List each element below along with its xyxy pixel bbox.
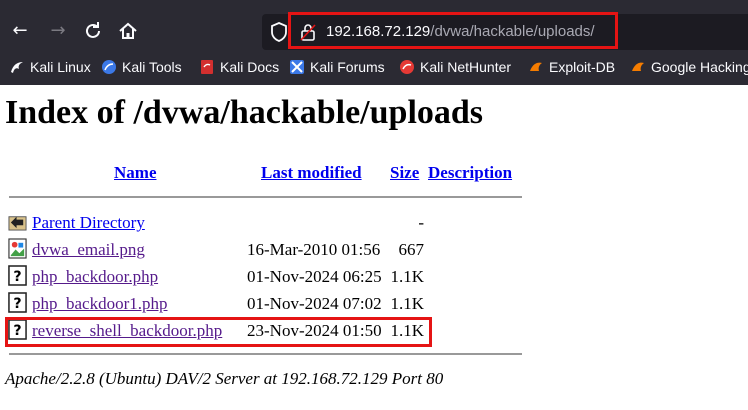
google-hacking-icon <box>632 62 644 71</box>
bookmark-kali-tools[interactable]: Kali Tools <box>101 59 182 75</box>
unknown-file-icon: ? <box>8 265 27 286</box>
kali-forums-icon <box>290 60 304 74</box>
forward-button[interactable]: → <box>46 19 70 43</box>
kali-tools-icon <box>102 60 116 74</box>
url-highlight-box <box>288 12 618 49</box>
bookmark-kali-forums[interactable]: Kali Forums <box>289 59 385 75</box>
list-item: Parent Directory - <box>0 210 748 234</box>
reload-button[interactable] <box>81 19 105 43</box>
bookmarks-toolbar: Kali Linux Kali Tools Kali Docs Kali For… <box>0 54 748 82</box>
tracking-shield-icon[interactable] <box>270 22 288 42</box>
bookmark-label: Kali Linux <box>30 59 91 75</box>
list-item: dvwa_email.png 16-Mar-2010 01:56 667 <box>0 237 748 261</box>
home-button[interactable] <box>116 19 140 43</box>
parent-directory-link[interactable]: Parent Directory <box>32 213 145 233</box>
kali-docs-icon <box>201 60 213 74</box>
column-header-last-modified[interactable]: Last modified <box>261 163 362 183</box>
bookmark-label: Kali Forums <box>310 59 385 75</box>
bookmark-exploit-db[interactable]: Exploit-DB <box>528 59 615 75</box>
back-button[interactable]: ← <box>8 19 32 43</box>
reload-icon <box>86 22 100 38</box>
column-header-size[interactable]: Size <box>390 163 419 183</box>
bookmark-google-hacking[interactable]: Google Hacking <box>630 59 748 75</box>
row-size: 667 <box>398 240 425 259</box>
list-item: ? php_backdoor.php 01-Nov-2024 06:25 1.1… <box>0 264 748 288</box>
browser-chrome: ← → 192.168.72.129/dvwa/hackable/uploads… <box>0 0 748 85</box>
file-link[interactable]: php_backdoor.php <box>32 267 158 287</box>
kali-dragon-icon <box>11 62 23 73</box>
svg-text:?: ? <box>13 269 21 285</box>
column-header-name[interactable]: Name <box>114 163 156 183</box>
svg-text:?: ? <box>13 296 21 312</box>
row-size: 1.1K <box>390 267 424 286</box>
header-divider <box>9 196 522 198</box>
image-file-icon <box>8 238 27 259</box>
page-title: Index of /dvwa/hackable/uploads <box>5 94 484 131</box>
row-date: 16-Mar-2010 01:56 <box>247 240 381 259</box>
exploit-db-icon <box>530 62 542 71</box>
file-link[interactable]: dvwa_email.png <box>32 240 145 260</box>
footer-divider <box>9 353 522 355</box>
bookmark-label: Kali Docs <box>220 59 280 75</box>
page-content: Index of /dvwa/hackable/uploads Name Las… <box>0 85 748 410</box>
bookmark-label: Google Hacking <box>651 59 748 75</box>
list-item: ? php_backdoor1.php 01-Nov-2024 07:02 1.… <box>0 291 748 315</box>
back-folder-icon <box>8 216 27 231</box>
nethunter-icon <box>400 60 414 74</box>
row-date: 01-Nov-2024 07:02 <box>247 294 382 313</box>
row-size: - <box>418 213 424 232</box>
bookmark-kali-nethunter[interactable]: Kali NetHunter <box>399 59 511 75</box>
bookmark-label: Kali NetHunter <box>420 59 512 75</box>
server-signature: Apache/2.2.8 (Ubuntu) DAV/2 Server at 19… <box>5 369 444 388</box>
bookmark-kali-linux[interactable]: Kali Linux <box>9 59 91 75</box>
bookmark-label: Kali Tools <box>122 59 182 75</box>
column-header-description[interactable]: Description <box>428 163 512 183</box>
row-date: 01-Nov-2024 06:25 <box>247 267 382 286</box>
file-link[interactable]: php_backdoor1.php <box>32 294 168 314</box>
home-icon <box>119 22 137 39</box>
unknown-file-icon: ? <box>8 292 27 313</box>
bookmark-kali-docs[interactable]: Kali Docs <box>199 59 279 75</box>
bookmark-label: Exploit-DB <box>549 59 616 75</box>
row-size: 1.1K <box>390 294 424 313</box>
row-highlight-box <box>5 317 432 347</box>
